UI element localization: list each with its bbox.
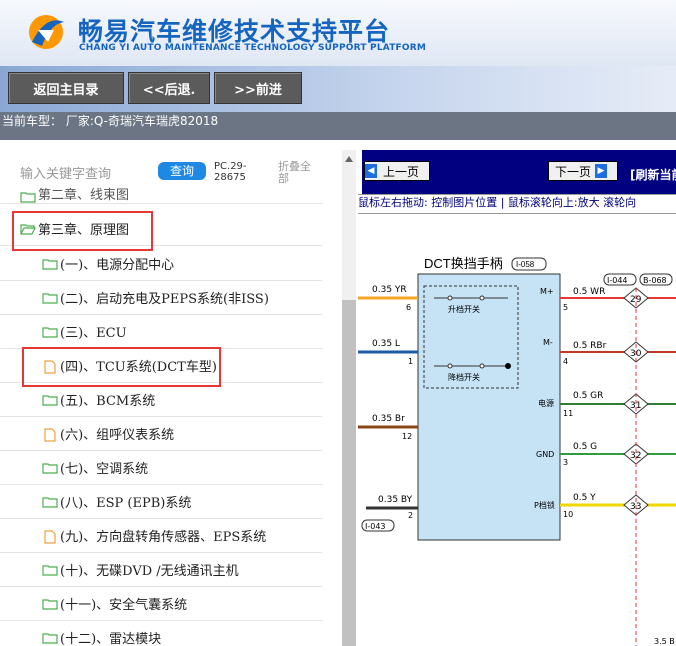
tree-item-partial[interactable]: 第二章、线束图 xyxy=(0,186,322,204)
next-page-button[interactable]: 下一页 ▶ xyxy=(548,161,618,181)
logo-icon xyxy=(29,15,64,49)
pin-label: 1 xyxy=(408,357,413,366)
tree-item-label: (十)、无碟DVD /无线通讯主机 xyxy=(60,564,239,579)
prev-page-label: 上一页 xyxy=(383,164,420,179)
wire-label: 0.35 YR xyxy=(372,285,407,295)
refresh-button[interactable]: [刷新当前 xyxy=(630,166,676,183)
tree-item-start-charge[interactable]: (二)、启动充电及PEPS系统(非ISS) xyxy=(0,281,322,315)
next-page-label: 下一页 xyxy=(555,164,592,179)
diagram-viewer: ◀ 上一页 下一页 ▶ [刷新当前 鼠标左右拖动: 控制图片位置 | 鼠标滚轮向… xyxy=(358,150,676,646)
folder-icon xyxy=(42,496,58,508)
scroll-up-icon[interactable] xyxy=(345,156,353,162)
pin-label: 4 xyxy=(563,357,568,366)
wire-label: 0.5 G xyxy=(573,442,597,452)
connector-b: B-068 xyxy=(643,276,667,285)
switch-contact xyxy=(447,363,453,369)
tree-item-ac[interactable]: (七)、空调系统 xyxy=(0,451,322,485)
pin-label: 5 xyxy=(563,303,568,312)
wire-label: 0.35 L xyxy=(372,339,400,349)
home-button[interactable]: 返回主目录 xyxy=(8,72,124,104)
folder-icon xyxy=(42,394,58,406)
tree-item-label: (十二)、雷达模块 xyxy=(60,632,162,646)
signal-label: 电源 xyxy=(538,398,554,408)
tree-item-steering[interactable]: (九)、方向盘转角传感器、EPS系统 xyxy=(0,519,322,553)
tree-item-label: (三)、ECU xyxy=(60,326,127,341)
tree-item-label: (一)、电源分配中心 xyxy=(60,258,175,273)
wire-label: 0.35 BY xyxy=(378,495,413,505)
wire-label: 0.5 GR xyxy=(573,391,603,401)
pin-label: 2 xyxy=(408,511,413,520)
tree-item-airbag[interactable]: (十一)、安全气囊系统 xyxy=(0,587,322,621)
folder-icon xyxy=(42,326,58,338)
folder-icon xyxy=(42,462,58,474)
tree-item-instrument[interactable]: (六)、组呼仪表系统 xyxy=(0,417,322,451)
highlight-box-chapter xyxy=(12,211,153,251)
tree-item-radar[interactable]: (十二)、雷达模块 xyxy=(0,621,322,646)
tree-item-label: (二)、启动充电及PEPS系统(非ISS) xyxy=(60,292,269,307)
component-title: DCT换挡手柄 xyxy=(424,256,503,271)
folder-icon xyxy=(20,191,36,203)
switch-contact xyxy=(479,363,485,369)
tree-item-esp[interactable]: (八)、ESP (EPB)系统 xyxy=(0,485,322,519)
tree-item-ecu[interactable]: (三)、ECU xyxy=(0,315,322,349)
pin-label: 12 xyxy=(402,432,412,441)
tree-item-power[interactable]: (一)、电源分配中心 xyxy=(0,247,322,281)
switch-contact xyxy=(479,295,485,301)
signal-label: P档锁 xyxy=(534,500,555,510)
arrow-right-icon: ▶ xyxy=(595,164,608,178)
tree-item-label: (九)、方向盘转角传感器、EPS系统 xyxy=(60,530,267,545)
wire-label: 0.5 Y xyxy=(573,493,596,503)
tree-item-label: (七)、空调系统 xyxy=(60,462,149,477)
document-icon xyxy=(42,427,58,442)
pin-label: 11 xyxy=(563,409,573,418)
connector-c: I-043 xyxy=(365,522,386,531)
down-switch-label: 降档开关 xyxy=(448,372,480,382)
scrollbar-thumb[interactable] xyxy=(342,300,356,646)
forward-button[interactable]: >>前进 xyxy=(214,72,302,104)
folder-icon xyxy=(42,564,58,576)
viewer-toolbar: ◀ 上一页 下一页 ▶ [刷新当前 xyxy=(358,150,676,194)
tree-item-label: (六)、组呼仪表系统 xyxy=(60,428,175,443)
viewer-tip: 鼠标左右拖动: 控制图片位置 | 鼠标滚轮向上:放大 滚轮向 xyxy=(358,194,676,214)
pin-label: 10 xyxy=(563,510,573,519)
app-subtitle: CHANG YI AUTO MAINTENANCE TECHNOLOGY SUP… xyxy=(79,43,427,53)
folder-icon xyxy=(42,598,58,610)
highlight-box-tcu xyxy=(22,347,221,387)
document-icon xyxy=(42,529,58,544)
switch-contact xyxy=(447,295,453,301)
signal-label: M- xyxy=(543,338,553,347)
back-button[interactable]: <<后退. xyxy=(128,72,210,104)
bottom-partial-label: 3.5 B xyxy=(654,637,675,646)
tree-item-label: (十一)、安全气囊系统 xyxy=(60,598,188,613)
arrow-left-icon: ◀ xyxy=(365,164,377,178)
wiring-diagram[interactable]: DCT换挡手柄 I-058 升档开关 降档开关 0.35 YR 6 0.35 L… xyxy=(358,212,676,646)
wire-label: 0.5 WR xyxy=(573,287,605,297)
pin-label: 6 xyxy=(406,303,411,312)
tree-item-label: (八)、ESP (EPB)系统 xyxy=(60,496,192,511)
signal-label: M+ xyxy=(540,287,554,296)
app-header: 畅易汽车维修技术支持平台 CHANG YI AUTO MAINTENANCE T… xyxy=(0,0,676,66)
signal-label: GND xyxy=(536,450,554,459)
folder-icon xyxy=(42,258,58,270)
tree-item-label: (五)、BCM系统 xyxy=(60,394,156,409)
pin-label: 3 xyxy=(563,458,568,467)
connector-a: I-044 xyxy=(607,276,628,285)
folder-icon xyxy=(42,632,58,644)
query-button[interactable]: 查询 xyxy=(158,162,206,180)
folder-icon xyxy=(42,292,58,304)
prev-page-button[interactable]: ◀ 上一页 xyxy=(364,161,430,181)
current-model-text: 当前车型： 厂家:Q-奇瑞汽车瑞虎82018 xyxy=(0,112,676,140)
up-switch-label: 升档开关 xyxy=(448,304,480,314)
tree-item-bcm[interactable]: (五)、BCM系统 xyxy=(0,383,322,417)
wire-label: 0.5 RBr xyxy=(573,341,607,351)
search-input[interactable]: 输入关键字查询 xyxy=(20,163,111,182)
junction-dot xyxy=(505,363,511,369)
tree-item-dvd[interactable]: (十)、无碟DVD /无线通讯主机 xyxy=(0,553,322,587)
pc-label: PC.29-28675 xyxy=(214,161,247,183)
collapse-all-button[interactable]: 折叠全部 xyxy=(278,161,318,185)
component-code: I-058 xyxy=(516,260,535,269)
tree-item-label: 第二章、线束图 xyxy=(38,188,130,203)
wire-label: 0.35 Br xyxy=(372,414,405,424)
nav-bar: 返回主目录 <<后退. >>前进 xyxy=(0,66,676,112)
